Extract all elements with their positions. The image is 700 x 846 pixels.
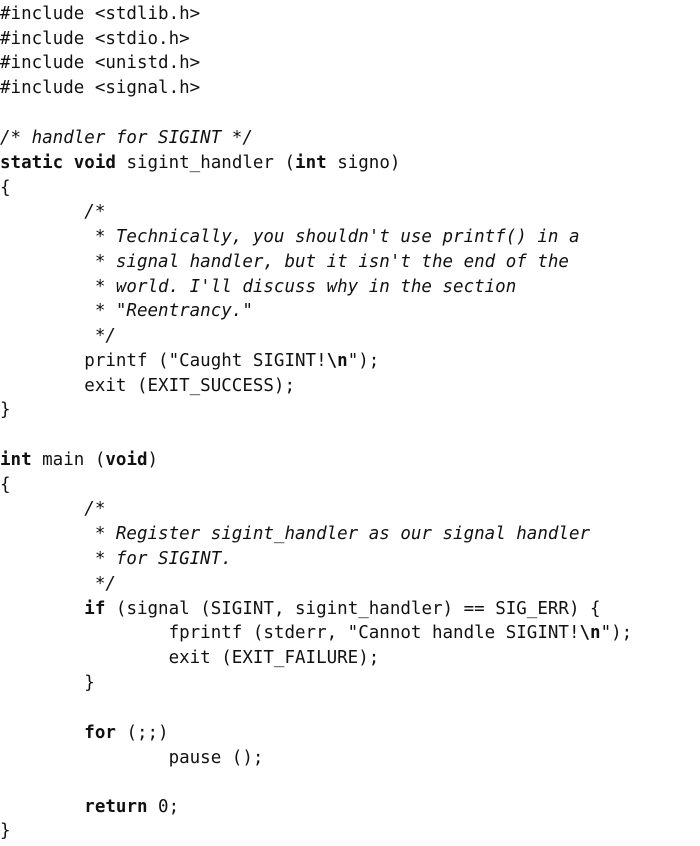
code-line-22: * Register sigint_handler as our signal …	[0, 524, 591, 544]
code-text: main (	[31, 450, 106, 470]
code-line-26: fprintf (stderr, "Cannot handle SIGINT!\…	[0, 621, 633, 646]
code-text: (signal (SIGINT, sigint_handler) == SIG_…	[105, 599, 601, 619]
keyword: return	[84, 797, 148, 817]
keyword: void	[73, 153, 116, 173]
keyword: int	[295, 153, 327, 173]
code-line-27: exit (EXIT_FAILURE);	[0, 648, 380, 668]
code-line-9: /*	[0, 202, 106, 222]
code-line-15: printf ("Caught SIGINT!\n");	[0, 349, 379, 374]
code-listing: #include <stdlib.h> #include <stdio.h> #…	[0, 0, 700, 846]
code-line-7: static void sigint_handler (int signo)	[0, 151, 400, 176]
code-text: ");	[347, 351, 380, 371]
keyword: for	[84, 723, 116, 743]
keyword: static	[0, 153, 64, 173]
code-line-16: exit (EXIT_SUCCESS);	[0, 376, 296, 396]
keyword: if	[84, 599, 106, 619]
code-line-23: * for SIGINT.	[0, 549, 232, 569]
code-line-31: pause ();	[0, 748, 264, 768]
code-line-34: }	[0, 821, 11, 841]
escape-sequence: \n	[579, 623, 601, 643]
code-line-17: }	[0, 400, 11, 420]
code-line-1: #include <stdlib.h>	[0, 4, 201, 24]
code-line-13: * "Reentrancy."	[0, 301, 253, 321]
code-text: 0;	[147, 797, 180, 817]
code-line-4: #include <signal.h>	[0, 78, 201, 98]
keyword: int	[0, 450, 32, 470]
code-line-25: if (signal (SIGINT, sigint_handler) == S…	[0, 597, 601, 622]
code-line-24: */	[0, 574, 116, 594]
code-line-11: * signal handler, but it isn't the end o…	[0, 252, 569, 272]
keyword: void	[105, 450, 148, 470]
code-line-8: {	[0, 178, 11, 198]
code-line-12: * world. I'll discuss why in the section	[0, 277, 517, 297]
code-line-20: {	[0, 475, 11, 495]
code-line-33: return 0;	[0, 795, 179, 820]
code-line-30: for (;;)	[0, 721, 169, 746]
code-text: printf ("Caught SIGINT!	[0, 351, 327, 371]
code-line-21: /*	[0, 499, 106, 519]
code-text: )	[147, 450, 159, 470]
code-text: signo)	[326, 153, 401, 173]
code-text: fprintf (stderr, "Cannot handle SIGINT!	[0, 623, 580, 643]
escape-sequence: \n	[326, 351, 348, 371]
code-text: sigint_handler (	[115, 153, 296, 173]
code-line-2: #include <stdio.h>	[0, 29, 190, 49]
code-text: (;;)	[115, 723, 169, 743]
code-line-6: /* handler for SIGINT */	[0, 128, 253, 148]
code-line-10: * Technically, you shouldn't use printf(…	[0, 227, 580, 247]
code-line-28: }	[0, 673, 95, 693]
code-line-19: int main (void)	[0, 448, 158, 473]
code-line-3: #include <unistd.h>	[0, 53, 201, 73]
code-text: ");	[600, 623, 633, 643]
code-line-14: */	[0, 326, 116, 346]
